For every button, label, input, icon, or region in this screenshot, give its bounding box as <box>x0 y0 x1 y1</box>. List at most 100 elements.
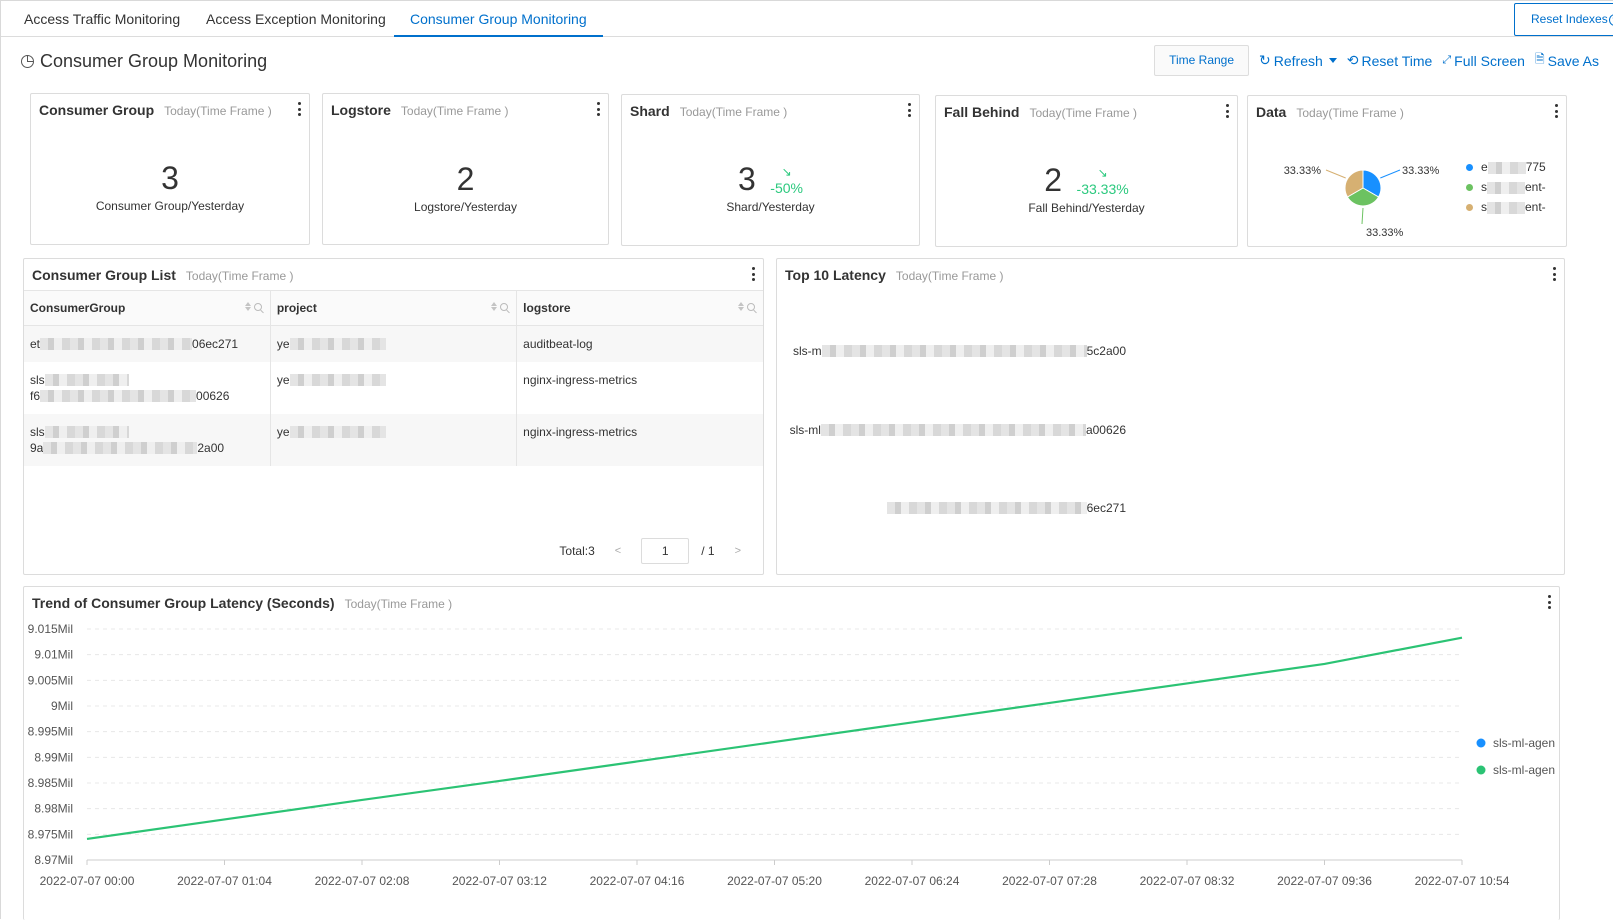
expand-icon: ⤢ <box>1442 54 1452 66</box>
stat-value: 3 <box>738 161 756 197</box>
sort-icon[interactable] <box>738 302 744 311</box>
cell-consumergroup: sls f6 00626 <box>24 361 271 414</box>
column-header-project[interactable]: project <box>270 291 518 326</box>
dashboard-icon <box>21 55 34 68</box>
page-count: / 1 <box>701 544 715 558</box>
x-tick-label: 2022-07-07 00:00 <box>40 874 135 888</box>
stat-delta: ↘ -33.33% <box>1077 165 1129 197</box>
table-row[interactable]: sls 9a 2a00 ye nginx-ingress-metrics <box>24 413 763 466</box>
card-title: Fall Behind <box>944 104 1020 120</box>
stat-delta-value: -33.33% <box>1076 180 1129 197</box>
search-icon[interactable] <box>253 302 262 311</box>
reset-indexes-button[interactable]: Reset Indexes? <box>1514 3 1613 36</box>
data-pie-card: Data Today(Time Frame ) 33.33% 33.33% 33.3… <box>1247 95 1567 247</box>
pie-legend-item[interactable]: s ent- <box>1466 197 1546 217</box>
card-header: Shard Today(Time Frame ) <box>630 103 787 119</box>
card-time-frame: Today(Time Frame ) <box>164 104 272 118</box>
pagination: Total:3 < 1 / 1 > <box>559 538 749 564</box>
stat-compare-label: Logstore/Yesterday <box>414 200 517 214</box>
reset-time-label: Reset Time <box>1361 52 1433 69</box>
top10-latency-card: Top 10 Latency Today(Time Frame ) sls-m 5… <box>776 258 1565 575</box>
pie-label-leader <box>1361 207 1364 225</box>
more-menu-icon[interactable] <box>596 102 600 116</box>
fall-behind-card: Fall Behind Today(Time Frame ) 2 ↘ -33.3… <box>935 95 1238 247</box>
tab-access-exception[interactable]: Access Exception Monitoring <box>190 1 402 37</box>
legend-dot-icon[interactable] <box>1476 765 1486 775</box>
page-title: Consumer Group Monitoring <box>21 51 267 72</box>
tab-access-traffic[interactable]: Access Traffic Monitoring <box>8 1 196 37</box>
stat-block: 2 Logstore/Yesterday <box>323 161 608 214</box>
card-time-frame: Today(Time Frame ) <box>1029 106 1138 120</box>
y-tick-label: 8.975Mil <box>28 827 73 841</box>
legend-label: s ent- <box>1481 180 1546 194</box>
more-menu-icon[interactable] <box>297 102 301 116</box>
more-menu-icon[interactable] <box>751 267 755 281</box>
tab-consumer-group[interactable]: Consumer Group Monitoring <box>394 1 603 37</box>
time-range-button[interactable]: Time Range <box>1154 45 1250 76</box>
stat-delta-value: -50% <box>770 179 803 196</box>
x-tick-label: 2022-07-07 09:36 <box>1277 874 1372 888</box>
stat-delta: ↘ -50% <box>770 164 803 196</box>
reset-time-button[interactable]: ⟲ Reset Time <box>1347 52 1433 69</box>
more-menu-icon[interactable] <box>1552 267 1556 281</box>
y-tick-label: 9.01Mil <box>34 648 73 662</box>
prev-page-button[interactable]: < <box>607 545 629 557</box>
card-time-frame: Today(Time Frame ) <box>400 104 509 118</box>
card-header: Top 10 Latency Today(Time Frame ) <box>785 267 1003 283</box>
history-icon: ⟲ <box>1346 52 1359 68</box>
legend-dot-icon <box>1466 203 1473 211</box>
tab-bar: Access Traffic Monitoring Access Excepti… <box>1 1 1613 37</box>
sort-icon[interactable] <box>491 302 498 311</box>
legend-label[interactable]: sls-ml-agen <box>1493 736 1555 750</box>
table-row[interactable]: et 06ec271 ye auditbeat-log <box>24 325 763 362</box>
legend-dot-icon <box>1466 163 1473 171</box>
latency-trend-card: Trend of Consumer Group Latency (Seconds… <box>23 586 1560 920</box>
y-tick-label: 8.985Mil <box>28 776 73 790</box>
more-menu-icon[interactable] <box>907 103 911 117</box>
stat-compare-label: Fall Behind/Yesterday <box>1028 201 1145 215</box>
cell-logstore: auditbeat-log <box>516 325 763 362</box>
card-header: Data Today(Time Frame ) <box>1256 104 1404 120</box>
pagination-total: Total:3 <box>559 544 595 558</box>
chevron-down-icon <box>1328 58 1337 63</box>
refresh-button[interactable]: ↻ Refresh <box>1259 52 1337 69</box>
x-tick-label: 2022-07-07 08:32 <box>1140 874 1235 888</box>
card-title: Data <box>1256 104 1287 120</box>
save-as-label: Save As <box>1547 52 1599 69</box>
search-icon[interactable] <box>747 302 755 311</box>
stat-block: 2 ↘ -33.33% Fall Behind/Yesterday <box>936 162 1237 215</box>
top10-row-label: sls-ml a00626 <box>789 423 1126 437</box>
page-number-input[interactable]: 1 <box>641 538 690 564</box>
consumer-group-card: Consumer Group Today(Time Frame ) 3 Cons… <box>30 93 310 245</box>
legend-label[interactable]: sls-ml-agen <box>1493 763 1555 777</box>
y-tick-label: 9.005Mil <box>28 673 73 687</box>
next-page-button[interactable]: > <box>727 545 749 557</box>
legend-dot-icon <box>1466 183 1473 191</box>
pie-chart: 33.33% 33.33% 33.33% <box>1284 165 1440 239</box>
pie-legend-item[interactable]: e 775 <box>1466 157 1546 177</box>
more-menu-icon[interactable] <box>1225 104 1229 118</box>
card-time-frame: Today(Time Frame ) <box>1296 106 1404 120</box>
x-tick-label: 2022-07-07 03:12 <box>452 874 547 888</box>
legend-dot-icon[interactable] <box>1476 738 1486 748</box>
pie-legend: e 775 s ent- s ent- <box>1466 157 1546 217</box>
cell-consumergroup: et 06ec271 <box>24 325 271 362</box>
pie-slice-label: 33.33% <box>1284 165 1322 177</box>
save-as-button[interactable]: 🗎 Save As <box>1535 50 1599 71</box>
shard-card: Shard Today(Time Frame ) 3 ↘ -50% Shard/… <box>621 94 920 246</box>
trend-down-icon: ↘ <box>781 164 792 179</box>
column-header-logstore[interactable]: logstore <box>516 291 763 326</box>
consumer-group-table-wrap: ConsumerGroup project logstore et 06ec271… <box>24 290 763 466</box>
column-header-consumergroup[interactable]: ConsumerGroup <box>24 291 271 326</box>
sort-icon[interactable] <box>244 302 251 311</box>
pie-label-leader <box>1380 169 1401 179</box>
more-menu-icon[interactable] <box>1554 104 1558 118</box>
full-screen-button[interactable]: ⤢ Full Screen <box>1442 53 1525 69</box>
search-icon[interactable] <box>500 302 509 311</box>
pie-legend-item[interactable]: s ent- <box>1466 177 1546 197</box>
card-header: Fall Behind Today(Time Frame ) <box>944 104 1137 120</box>
help-icon[interactable]: ? <box>1608 14 1613 26</box>
card-title: Shard <box>630 103 670 119</box>
x-tick-label: 2022-07-07 05:20 <box>727 874 822 888</box>
table-row[interactable]: sls f6 00626 ye nginx-ingress-metrics <box>24 361 763 414</box>
